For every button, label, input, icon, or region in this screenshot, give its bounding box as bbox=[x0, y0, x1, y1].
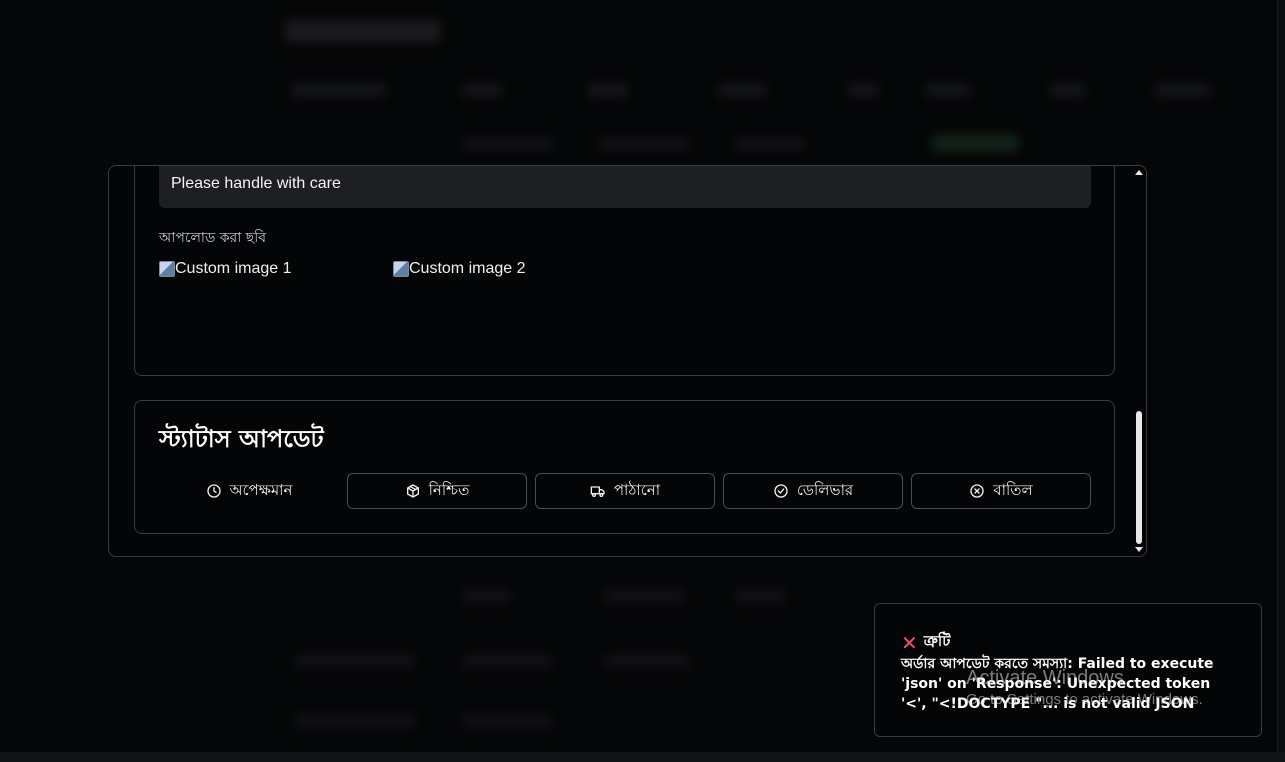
close-x-icon: ✕ bbox=[901, 630, 918, 655]
background-header-cell bbox=[292, 84, 387, 96]
background-cell bbox=[605, 590, 685, 602]
page-scrollbar[interactable] bbox=[1277, 0, 1285, 752]
customer-note-text: Please handle with care bbox=[171, 175, 341, 192]
uploaded-image[interactable]: Custom image 2 bbox=[393, 257, 627, 281]
background-header-cell bbox=[462, 84, 502, 96]
uploaded-image[interactable]: Custom image 1 bbox=[159, 257, 393, 281]
broken-image-icon bbox=[159, 261, 175, 277]
background-cell bbox=[600, 138, 690, 150]
status-button-row: অপেক্ষমান নিশ্চিত পাঠানো ডেলিভার বাতিল bbox=[159, 473, 1091, 509]
background-header-cell bbox=[588, 84, 628, 96]
toast-title-text: ত্রুটি bbox=[923, 632, 951, 650]
background-cell bbox=[295, 655, 415, 667]
image-alt-text: Custom image 2 bbox=[409, 260, 526, 277]
background-header-cell bbox=[848, 84, 878, 96]
broken-image-icon bbox=[393, 261, 409, 277]
clock-icon bbox=[206, 484, 221, 498]
page-bottom-bar bbox=[0, 752, 1285, 762]
background-cell bbox=[605, 655, 690, 667]
image-alt-text: Custom image 1 bbox=[175, 260, 292, 277]
status-cancelled-button[interactable]: বাতিল bbox=[911, 473, 1091, 509]
background-cell bbox=[295, 715, 415, 727]
background-header-cell bbox=[925, 84, 970, 96]
customer-note-box: Please handle with care bbox=[159, 166, 1091, 208]
background-cell bbox=[735, 138, 805, 150]
watermark-line2: Go to Settings to activate Windows. bbox=[966, 691, 1203, 708]
check-circle-icon bbox=[774, 484, 788, 498]
status-button-label: পাঠানো bbox=[613, 480, 661, 499]
status-button-label: বাতিল bbox=[993, 480, 1033, 499]
order-details-card: Please handle with care আপলোড করা ছবি Cu… bbox=[134, 166, 1115, 376]
scroll-down-arrow-icon[interactable] bbox=[1135, 547, 1143, 552]
status-pending-button[interactable]: অপেক্ষমান bbox=[159, 473, 339, 509]
background-cell bbox=[735, 590, 785, 602]
uploaded-images-label: আপলোড করা ছবি bbox=[159, 230, 266, 246]
background-cell bbox=[462, 655, 552, 667]
status-confirmed-button[interactable]: নিশ্চিত bbox=[347, 473, 527, 509]
modal-scrollbar[interactable] bbox=[1134, 166, 1144, 556]
package-icon bbox=[406, 484, 419, 498]
scrollbar-thumb[interactable] bbox=[1136, 411, 1142, 544]
background-badge bbox=[930, 134, 1020, 152]
status-update-card: স্ট্যাটাস আপডেট অপেক্ষমান নিশ্চিত পাঠানো… bbox=[134, 400, 1115, 534]
status-delivered-button[interactable]: ডেলিভার bbox=[723, 473, 903, 509]
background-header-cell bbox=[1155, 84, 1210, 96]
windows-activation-watermark: Activate Windows Go to Settings to activ… bbox=[966, 667, 1203, 711]
status-button-label: অপেক্ষমান bbox=[229, 480, 293, 499]
toast-title: ✕ ত্রুটি bbox=[901, 630, 950, 655]
background-cell bbox=[462, 590, 512, 602]
x-circle-icon bbox=[970, 484, 984, 498]
order-details-modal: Please handle with care আপলোড করা ছবি Cu… bbox=[108, 165, 1147, 557]
background-cell bbox=[462, 715, 552, 727]
truck-icon bbox=[590, 486, 605, 497]
status-button-label: নিশ্চিত bbox=[428, 480, 470, 499]
status-update-title: স্ট্যাটাস আপডেট bbox=[159, 425, 324, 453]
background-header-cell bbox=[1050, 84, 1085, 96]
watermark-line1: Activate Windows bbox=[966, 667, 1124, 689]
scroll-up-arrow-icon[interactable] bbox=[1135, 170, 1143, 175]
status-button-label: ডেলিভার bbox=[796, 480, 854, 499]
status-shipped-button[interactable]: পাঠানো bbox=[535, 473, 715, 509]
uploaded-images-row: Custom image 1 Custom image 2 bbox=[159, 257, 627, 281]
background-cell bbox=[462, 138, 552, 150]
background-title bbox=[285, 20, 440, 42]
background-header-cell bbox=[718, 84, 766, 96]
